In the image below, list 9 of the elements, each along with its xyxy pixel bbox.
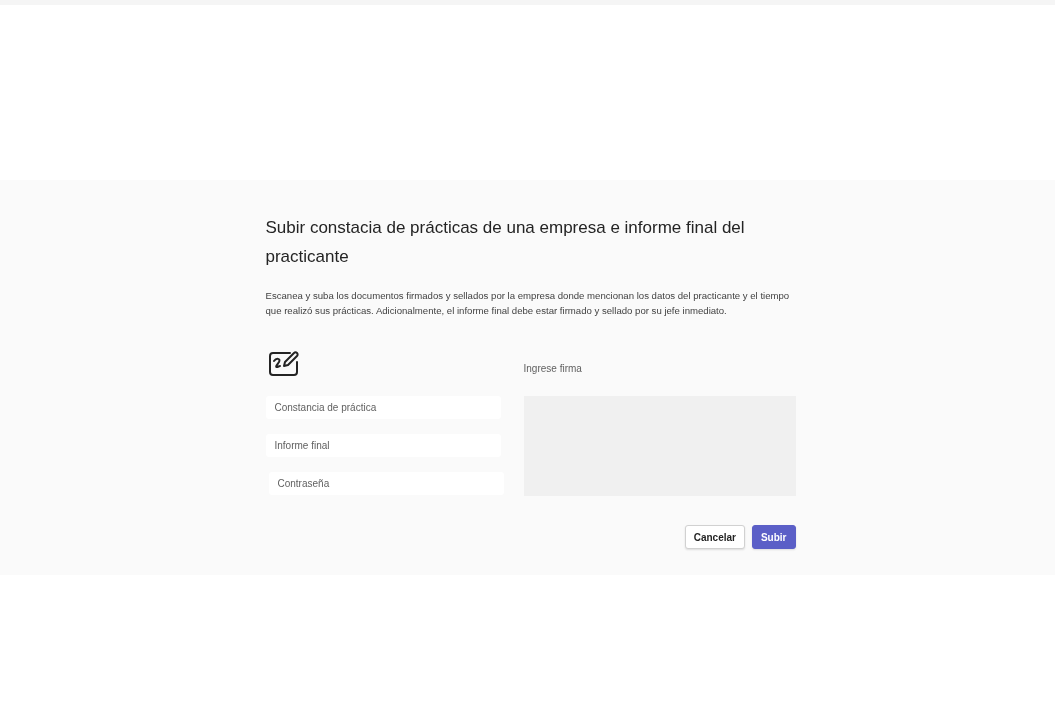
input-field[interactable]: Constancia de práctica — [265, 396, 501, 419]
password-field[interactable]: Contraseña — [268, 472, 504, 495]
cancel-button[interactable]: Cancelar — [684, 525, 745, 549]
input-field[interactable]: Informe final — [265, 434, 501, 457]
dialog-title: Subir constacia de prácticas de una empresa e informe final del practicante — [265, 217, 746, 268]
dialog-description: Escanea y suba los documentos firmados y sellados por la empresa donde mencionan los datos del practicante y el tiempo que realizó sus prácticas. Adicionalmente, el informe final debe estar firmado y sellado por su jefe inmediato. — [265, 289, 791, 318]
signature-label: Ingrese firma — [523, 362, 582, 376]
submit-button[interactable]: Subir — [751, 525, 796, 549]
signature-icon — [267, 350, 300, 377]
